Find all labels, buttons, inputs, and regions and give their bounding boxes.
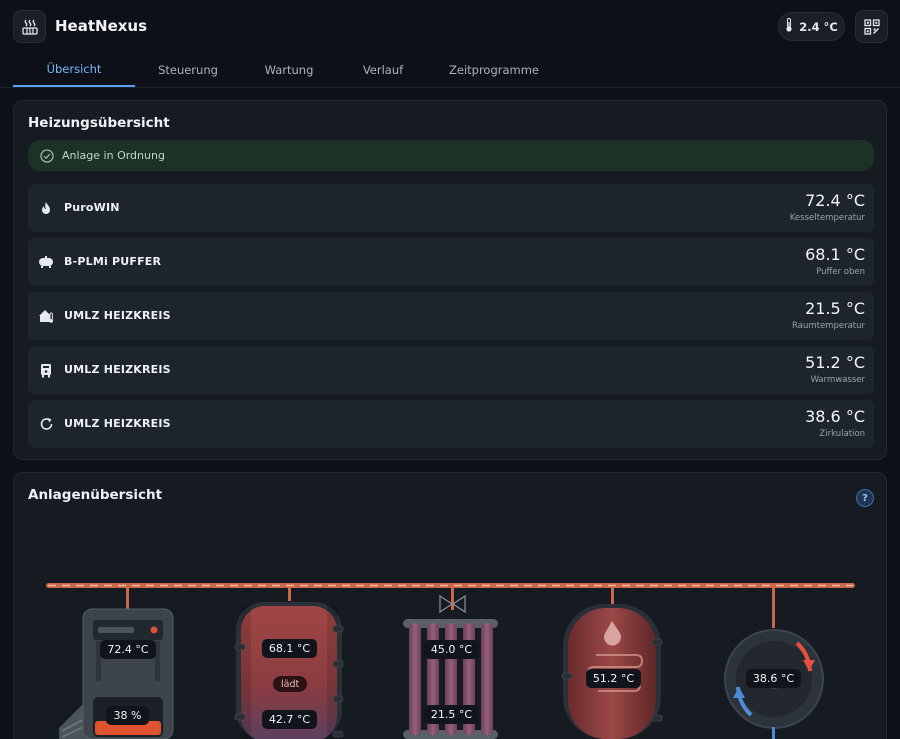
row-value: 38.6 °C [805,407,865,426]
top-bar: HeatNexus 2.4 °C Übersicht Steuerung War… [0,0,900,88]
radiator-flow-temp-label: 45.0 °C [424,640,479,659]
component-row-boiler[interactable]: PuroWIN 72.4 °C Kesseltemperatur [28,184,874,232]
circulation-temp-label: 38.6 °C [746,669,801,688]
component-row-hot-water[interactable]: UMLZ HEIZKREIS 51.2 °C Warmwasser [28,346,874,394]
pipe-drop-hot-water [611,588,614,606]
supply-pipe [46,583,855,588]
row-caption: Kesseltemperatur [789,213,865,223]
heating-overview-title: Heizungsübersicht [28,115,170,131]
qr-code-icon [863,18,880,35]
row-name: UMLZ HEIZKREIS [64,417,171,430]
row-name: B-PLMi PUFFER [64,255,162,268]
row-name: UMLZ HEIZKREIS [64,363,171,376]
outdoor-temp-chip[interactable]: 2.4 °C [778,12,845,41]
component-row-circulation[interactable]: UMLZ HEIZKREIS 38.6 °C Zirkulation [28,400,874,448]
boiler-level-label: 38 % [106,706,149,725]
plant-diagram: 72.4 °C 38 % 68.1 °C lädt 42.7 °C 45.0 °… [14,473,886,739]
row-caption: Warmwasser [810,375,865,385]
row-value: 21.5 °C [805,299,865,318]
row-caption: Raumtemperatur [792,321,865,331]
thermometer-icon [785,18,793,35]
buffer-top-temp-label: 68.1 °C [262,639,317,658]
tab-wartung[interactable]: Wartung [241,52,337,87]
row-value: 51.2 °C [805,353,865,372]
heater-logo-icon [13,10,46,43]
buffer-bottom-temp-label: 42.7 °C [262,710,317,729]
water-heater-icon [38,362,54,378]
row-value: 68.1 °C [805,245,865,264]
tab-verlauf[interactable]: Verlauf [337,52,429,87]
component-row-heating-circuit[interactable]: UMLZ HEIZKREIS 21.5 °C Raumtemperatur [28,292,874,340]
tab-steuerung[interactable]: Steuerung [135,52,241,87]
tab-zeitprogramme[interactable]: Zeitprogramme [429,52,559,87]
pipe-drop-radiator [451,588,454,610]
qr-code-button[interactable] [855,10,888,43]
tab-uebersicht[interactable]: Übersicht [13,52,135,87]
heating-overview-card: Heizungsübersicht Anlage in Ordnung Puro… [13,100,887,460]
pipe-drop-circulation [772,588,775,628]
buffer-state-badge: lädt [273,676,308,692]
system-status-text: Anlage in Ordnung [62,149,165,162]
hot-water-temp-label: 51.2 °C [586,669,641,688]
plant-overview-card: Anlagenübersicht ? 72.4 °C 38 % 68.1 °C … [13,472,887,739]
outdoor-temp-value: 2.4 °C [799,19,838,34]
flame-icon [38,200,54,216]
row-name: UMLZ HEIZKREIS [64,309,171,322]
component-row-buffer[interactable]: B-PLMi PUFFER 68.1 °C Puffer oben [28,238,874,286]
row-caption: Puffer oben [816,267,865,277]
tab-bar: Übersicht Steuerung Wartung Verlauf Zeit… [13,52,559,88]
row-name: PuroWIN [64,201,120,214]
circulation-icon [38,416,54,432]
radiator-room-temp-label: 21.5 °C [424,705,479,724]
tank-icon [38,254,54,270]
pipe-drop-buffer [288,588,291,601]
pipe-drop-boiler [126,588,129,610]
app-title: HeatNexus [55,17,148,35]
row-caption: Zirkulation [819,429,865,439]
system-status-banner: Anlage in Ordnung [28,140,874,171]
house-thermometer-icon [38,308,54,324]
check-circle-icon [40,148,54,163]
boiler-temp-label: 72.4 °C [100,640,156,659]
row-value: 72.4 °C [805,191,865,210]
